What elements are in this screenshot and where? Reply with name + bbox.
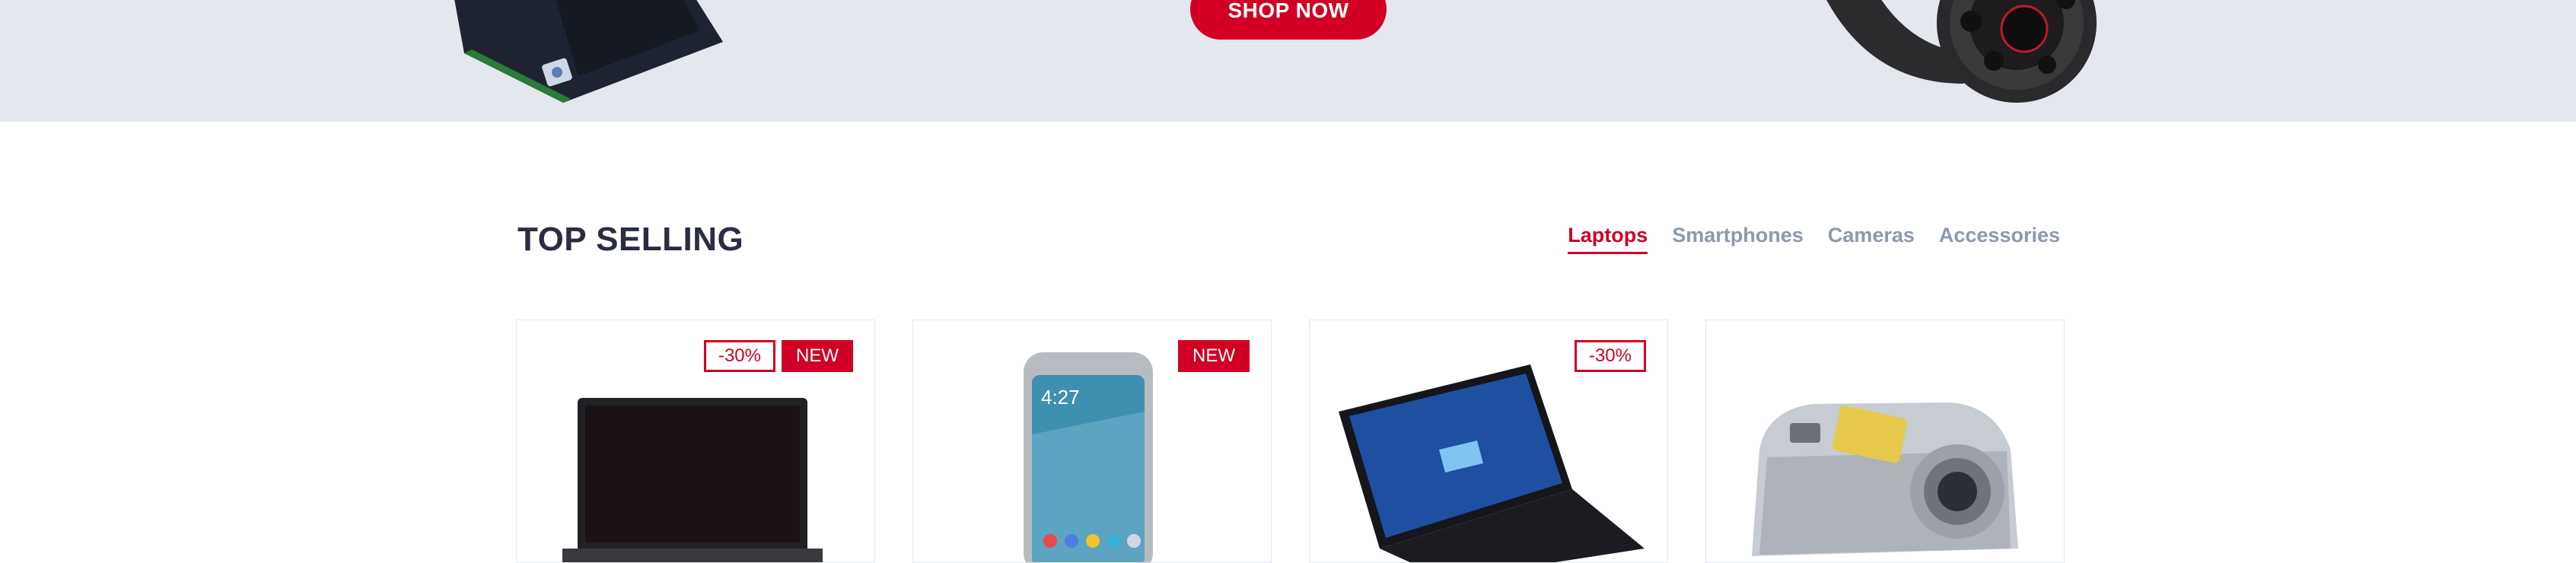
hero-banner: SHOP NOW — [0, 0, 2576, 122]
new-badge: NEW — [782, 340, 853, 372]
product-labels: -30% NEW — [703, 340, 853, 372]
sale-badge: -30% — [1574, 340, 1646, 372]
product-labels: NEW — [1178, 340, 1250, 372]
tab-smartphones[interactable]: Smartphones — [1672, 224, 1804, 254]
product-card[interactable] — [1705, 320, 2065, 563]
camera-image — [1752, 402, 2018, 556]
hero-headphones-image — [1826, 0, 2097, 103]
product-labels: -30% — [1574, 340, 1646, 372]
sale-badge: -30% — [703, 340, 775, 372]
product-card[interactable]: -30% NEW — [516, 320, 875, 563]
shop-now-button[interactable]: SHOP NOW — [1190, 0, 1387, 40]
svg-text:4:27: 4:27 — [1041, 386, 1080, 409]
section-title: TOP SELLING — [517, 221, 744, 258]
new-badge: NEW — [1178, 340, 1250, 372]
tab-laptops[interactable]: Laptops — [1568, 224, 1648, 254]
tab-cameras[interactable]: Cameras — [1828, 224, 1915, 254]
hero-laptop-image — [454, 0, 723, 103]
tab-accessories[interactable]: Accessories — [1939, 224, 2060, 254]
product-card[interactable]: -30% — [1309, 320, 1668, 563]
product-card[interactable]: 4:27 NEW — [912, 320, 1272, 563]
category-tabs: Laptops Smartphones Cameras Accessories — [1568, 224, 2060, 254]
